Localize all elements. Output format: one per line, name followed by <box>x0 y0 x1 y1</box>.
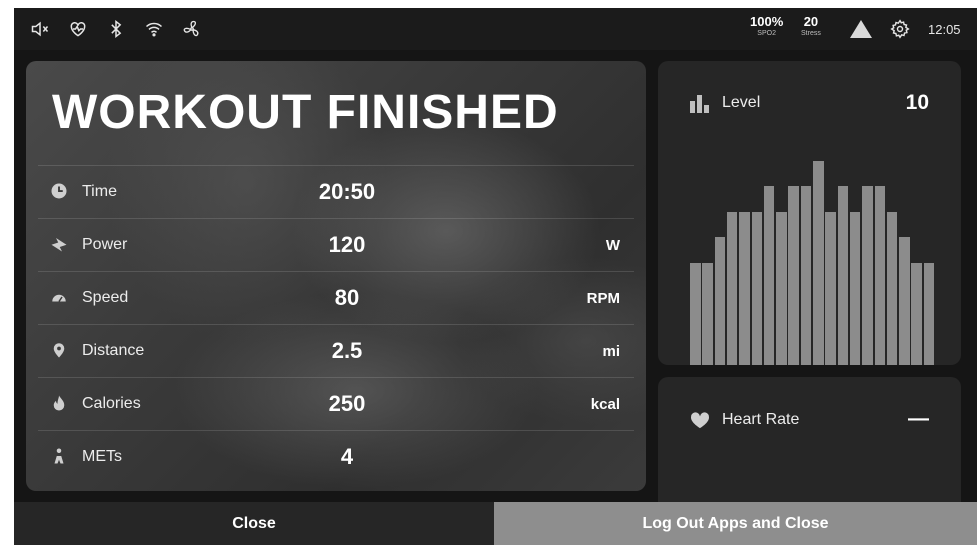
level-profile-chart <box>690 155 935 365</box>
metric-row-time: Time 20:50 <box>38 165 634 218</box>
metric-value: 4 <box>340 444 354 469</box>
level-bar <box>849 212 861 365</box>
metric-label: Time <box>82 183 117 200</box>
metric-row-calories: Calories 250 kcal <box>38 377 634 430</box>
metric-value: 120 <box>328 232 366 257</box>
metrics-list: Time 20:50 Power 120 W Speed 80 RPM Dist… <box>38 165 634 483</box>
metric-label: METs <box>82 448 122 465</box>
level-bar <box>923 263 935 365</box>
spo2-label: SPO2 <box>757 30 776 37</box>
level-bar <box>862 186 873 365</box>
level-bar <box>726 212 738 365</box>
spo2-value: 100% <box>750 14 784 29</box>
level-bar <box>886 212 898 365</box>
level-bar <box>800 186 812 365</box>
level-bar <box>702 263 713 365</box>
metric-label: Speed <box>82 289 129 306</box>
workout-title: WORKOUT FINISHED <box>52 86 559 139</box>
level-bar <box>825 212 836 365</box>
metric-row-mets: METs 4 <box>38 430 634 483</box>
heart-rate-value: — <box>908 407 929 430</box>
metric-value: 80 <box>334 285 360 310</box>
metric-value: 2.5 <box>331 338 363 363</box>
clock-icon <box>50 182 70 202</box>
level-bar <box>690 263 701 365</box>
workout-summary-panel: WORKOUT FINISHED Time 20:50 Power 120 W <box>26 61 646 491</box>
level-bar <box>714 237 726 365</box>
metric-row-speed: Speed 80 RPM <box>38 271 634 324</box>
clock: 12:05 <box>928 22 961 37</box>
level-bar <box>776 212 787 365</box>
speaker-muted-icon[interactable] <box>28 18 52 40</box>
bluetooth-icon[interactable] <box>104 18 128 40</box>
metric-row-power: Power 120 W <box>38 218 634 271</box>
metric-value: 250 <box>328 391 366 416</box>
level-bar <box>739 212 750 365</box>
metric-unit: W <box>605 237 620 254</box>
metric-value: 20:50 <box>318 179 376 204</box>
heart-monitor-icon[interactable] <box>66 18 90 40</box>
level-bar <box>874 186 885 365</box>
flame-icon <box>50 394 70 414</box>
level-label: Level <box>722 94 761 111</box>
level-bar <box>911 263 922 365</box>
level-bar <box>751 212 762 365</box>
warning-icon[interactable] <box>850 20 872 38</box>
metric-label: Power <box>82 236 128 253</box>
metric-unit: mi <box>602 343 620 360</box>
metric-label: Calories <box>82 395 141 412</box>
level-bar <box>788 186 799 365</box>
location-pin-icon <box>50 341 70 361</box>
heart-rate-card[interactable]: Heart Rate — <box>658 377 961 517</box>
level-bar <box>837 186 849 365</box>
gear-icon[interactable] <box>890 19 910 39</box>
power-icon <box>50 235 70 255</box>
metric-unit: kcal <box>590 396 620 413</box>
heart-rate-label: Heart Rate <box>722 411 800 428</box>
logout-apps-and-close-button[interactable]: Log Out Apps and Close <box>494 502 977 545</box>
spo2-stat: 100% SPO2 <box>750 15 783 37</box>
status-icons <box>28 18 204 40</box>
workout-summary-screen: 100% SPO2 20 Stress 12:05 WORKOUT FINISH… <box>14 8 977 545</box>
stress-label: Stress <box>801 30 821 37</box>
stress-value: 20 <box>803 14 819 29</box>
close-button[interactable]: Close <box>14 502 494 545</box>
level-bar <box>763 186 775 365</box>
stress-stat: 20 Stress <box>801 15 821 37</box>
level-card[interactable]: Level 10 <box>658 61 961 365</box>
level-bar <box>813 161 824 365</box>
heart-icon <box>690 411 710 429</box>
level-bar <box>899 237 910 365</box>
mets-icon <box>50 447 70 467</box>
level-value: 10 <box>905 91 929 114</box>
wifi-icon[interactable] <box>142 18 166 40</box>
speedometer-icon <box>50 288 70 308</box>
metric-row-distance: Distance 2.5 mi <box>38 324 634 377</box>
metric-unit: RPM <box>586 290 620 307</box>
fan-icon[interactable] <box>180 18 204 40</box>
bar-chart-icon <box>690 95 710 113</box>
metric-label: Distance <box>82 342 145 359</box>
status-bar: 100% SPO2 20 Stress 12:05 <box>14 8 977 50</box>
